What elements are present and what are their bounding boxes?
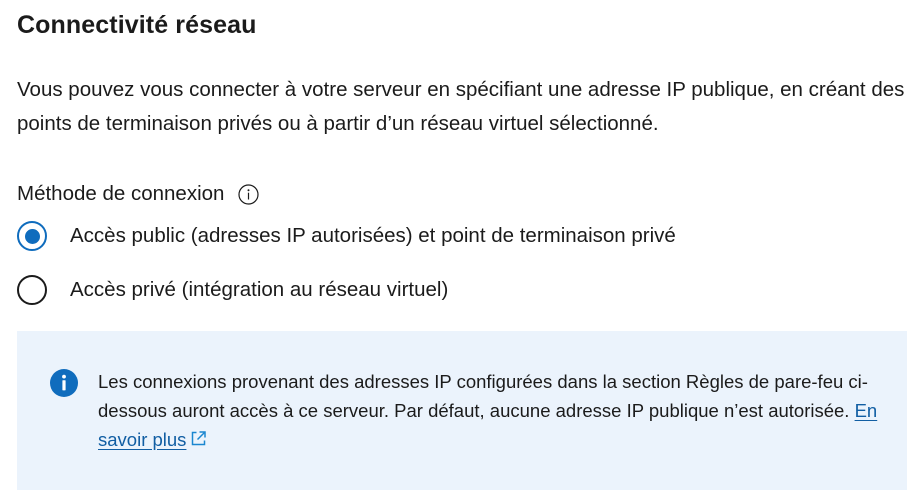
radio-option-public-access[interactable]: Accès public (adresses IP autorisées) et… xyxy=(17,221,676,251)
radio-option-private-access[interactable]: Accès privé (intégration au réseau virtu… xyxy=(17,275,448,305)
info-message-text: Les connexions provenant des adresses IP… xyxy=(98,367,878,454)
info-message-body: Les connexions provenant des adresses IP… xyxy=(98,371,868,421)
radio-option-label: Accès public (adresses IP autorisées) et… xyxy=(70,224,676,247)
network-connectivity-page: Connectivité réseau Vous pouvez vous con… xyxy=(0,0,922,500)
info-circle-icon[interactable] xyxy=(238,183,260,205)
radio-button-checked[interactable] xyxy=(17,221,47,251)
radio-button-unchecked[interactable] xyxy=(17,275,47,305)
info-filled-icon xyxy=(50,369,78,397)
section-description: Vous pouvez vous connecter à votre serve… xyxy=(17,78,905,135)
connection-method-label: Méthode de connexion xyxy=(17,182,225,205)
radio-dot xyxy=(24,228,40,244)
info-message-box: Les connexions provenant des adresses IP… xyxy=(17,331,907,490)
connection-method-label-row: Méthode de connexion xyxy=(17,182,260,206)
section-title: Connectivité réseau xyxy=(17,11,257,39)
radio-option-label: Accès privé (intégration au réseau virtu… xyxy=(70,278,449,301)
external-link-icon[interactable] xyxy=(190,430,207,447)
